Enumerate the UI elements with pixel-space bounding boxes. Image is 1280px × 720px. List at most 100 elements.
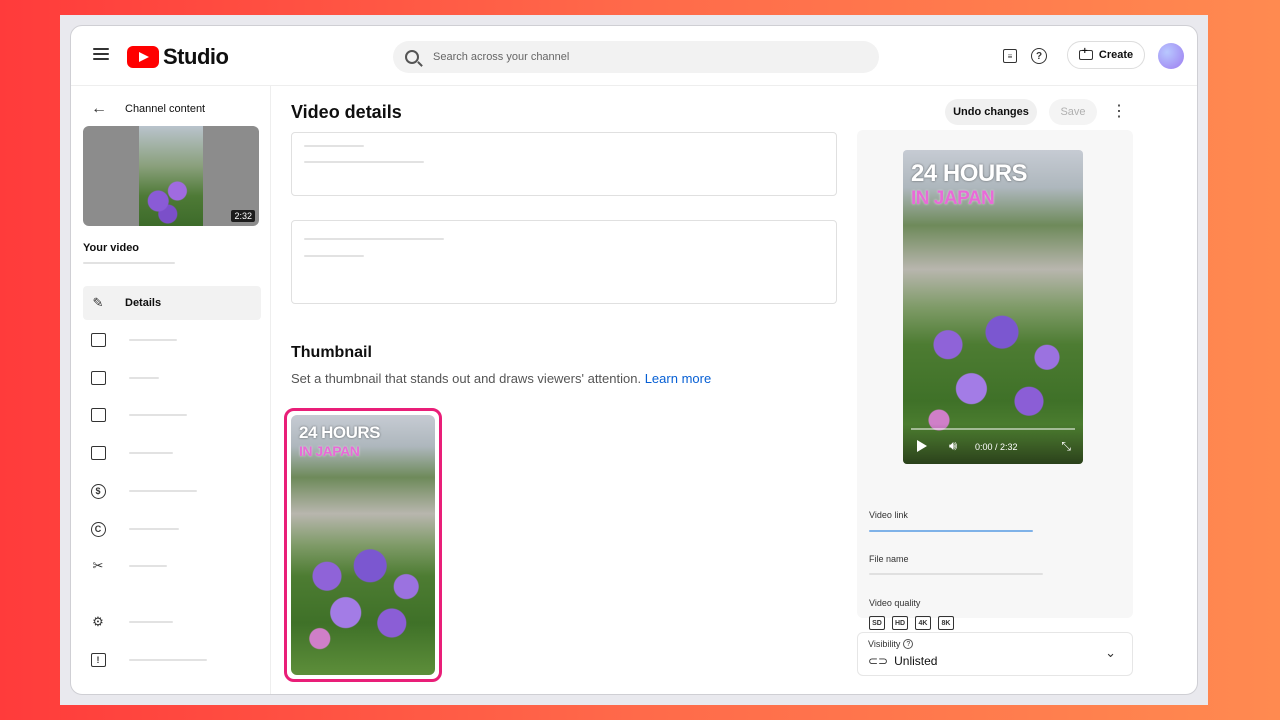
player-controls: 🔊︎ 0:00 / 2:32 ⤡ [903, 424, 1083, 464]
report-icon: ! [89, 651, 107, 669]
sidebar-item-label: Details [125, 297, 162, 309]
visibility-label: Visibility [868, 639, 901, 649]
selected-thumbnail[interactable]: 24 HOURS IN JAPAN [284, 408, 442, 682]
chevron-down-icon[interactable]: ⌄ [1105, 645, 1116, 661]
copyright-icon: C [89, 520, 107, 538]
progress-bar[interactable] [911, 428, 1075, 430]
sidebar-item-comments[interactable] [83, 398, 261, 432]
link-icon: ⊂⊃ [868, 654, 889, 668]
avatar[interactable] [1158, 43, 1184, 69]
clapperboard-icon [89, 369, 107, 387]
field-value-placeholder [304, 161, 424, 163]
learn-more-link[interactable]: Learn more [645, 371, 711, 386]
sidebar-item-subtitles[interactable] [83, 436, 261, 470]
back-to-channel-content[interactable]: ← Channel content [91, 100, 205, 118]
scissors-icon: ✂ [92, 558, 104, 573]
sidebar-item-placeholder [129, 565, 167, 567]
back-label: Channel content [125, 103, 206, 115]
feedback-icon[interactable]: ≡ [1003, 49, 1017, 63]
thumbnail-overlay-subtitle: IN JAPAN [299, 443, 360, 459]
help-icon[interactable]: ? [903, 639, 914, 649]
sidebar-item-editor[interactable] [83, 361, 261, 395]
video-duration-badge: 2:32 [231, 210, 255, 222]
visibility-label-row: Visibility ? [868, 639, 914, 649]
quality-badge-sd: SD [869, 616, 885, 630]
video-quality-label: Video quality [869, 598, 921, 608]
studio-window: Studio ≡ ? Create ← Channel content 2:32… [70, 25, 1198, 695]
create-label: Create [1098, 49, 1134, 61]
play-icon[interactable] [917, 440, 927, 452]
undo-changes-button[interactable]: Undo changes [945, 99, 1037, 125]
preview-overlay-title: 24 HOURS [911, 160, 1028, 187]
gear-icon: ⚙ [92, 614, 104, 629]
sidebar-item-placeholder [129, 528, 179, 530]
video-link-label: Video link [869, 510, 908, 520]
logo-text: Studio [163, 44, 229, 69]
field-value-placeholder [304, 255, 364, 257]
preview-overlay-subtitle: IN JAPAN [911, 188, 995, 209]
visibility-value: Unlisted [894, 654, 938, 668]
sidebar-item-placeholder [129, 377, 159, 379]
video-preview-panel: 24 HOURS IN JAPAN 🔊︎ 0:00 / 2:32 ⤡ Video… [857, 130, 1133, 630]
quality-badge-hd: HD [892, 616, 908, 630]
sidebar-item-placeholder [129, 414, 187, 416]
sidebar-item-placeholder [129, 621, 173, 623]
analytics-icon [89, 331, 107, 349]
volume-icon[interactable]: 🔊︎ [949, 438, 957, 454]
thumbnail-description-text: Set a thumbnail that stands out and draw… [291, 371, 642, 386]
subtitles-icon [89, 444, 107, 462]
thumbnail-overlay-title: 24 HOURS [299, 423, 381, 442]
comment-icon [89, 406, 107, 424]
hamburger-menu-icon[interactable] [93, 48, 109, 60]
pencil-icon: ✎ [92, 295, 104, 310]
thumbnail-section-description: Set a thumbnail that stands out and draw… [291, 371, 711, 386]
visibility-value-row: ⊂⊃ Unlisted [868, 654, 937, 668]
video-thumbnail-small[interactable]: 2:32 [83, 126, 259, 226]
dollar-icon: $ [89, 482, 107, 500]
quality-badge-8k: 8K [938, 616, 954, 630]
sidebar-item-placeholder [129, 339, 177, 341]
sidebar-item-settings[interactable]: ⚙ [83, 605, 261, 639]
description-field[interactable] [291, 220, 837, 304]
page-title: Video details [291, 102, 402, 122]
sidebar-item-placeholder [129, 659, 207, 661]
search-bar[interactable] [393, 41, 879, 73]
screen-frame: Studio ≡ ? Create ← Channel content 2:32… [60, 15, 1208, 705]
video-link-value[interactable] [869, 530, 1033, 532]
sidebar-item-placeholder [129, 452, 173, 454]
search-icon [405, 50, 419, 64]
top-bar: Studio ≡ ? Create [71, 26, 1197, 86]
sidebar-item-monetization[interactable]: $ [83, 474, 261, 508]
file-name-label: File name [869, 554, 909, 564]
field-label-placeholder [304, 145, 364, 147]
youtube-play-icon [127, 46, 159, 68]
video-thumbnail-image [139, 126, 203, 226]
more-options-icon[interactable]: ⋮ [1111, 104, 1127, 120]
help-icon[interactable]: ? [1031, 48, 1047, 64]
studio-logo[interactable]: Studio [127, 44, 229, 70]
video-player[interactable]: 24 HOURS IN JAPAN 🔊︎ 0:00 / 2:32 ⤡ [903, 150, 1083, 464]
field-label-placeholder [304, 238, 444, 240]
thumbnail-section-title: Thumbnail [291, 344, 372, 361]
search-input[interactable] [433, 51, 833, 63]
save-button[interactable]: Save [1049, 99, 1097, 125]
visibility-dropdown[interactable]: Visibility ? ⊂⊃ Unlisted ⌄ [857, 632, 1133, 676]
sidebar-item-analytics[interactable] [83, 323, 261, 357]
sidebar-item-details[interactable]: ✎ Details [83, 286, 261, 320]
video-title-placeholder [83, 262, 175, 264]
sidebar-item-clips[interactable]: ✂ [83, 549, 261, 583]
quality-badges: SD HD 4K 8K [869, 616, 954, 630]
create-video-icon [1078, 46, 1093, 60]
quality-badge-4k: 4K [915, 616, 931, 630]
sidebar-item-feedback[interactable]: ! [83, 643, 261, 677]
your-video-label: Your video [83, 242, 140, 254]
create-button[interactable]: Create [1067, 41, 1145, 69]
playback-time: 0:00 / 2:32 [975, 442, 1018, 452]
thumbnail-image: 24 HOURS IN JAPAN [291, 415, 435, 675]
file-name-value [869, 573, 1043, 575]
sidebar-item-copyright[interactable]: C [83, 512, 261, 546]
sidebar: ← Channel content 2:32 Your video ✎ Deta… [71, 86, 271, 694]
title-field[interactable] [291, 132, 837, 196]
arrow-left-icon: ← [91, 100, 107, 117]
fullscreen-icon[interactable]: ⤡ [1061, 439, 1071, 454]
